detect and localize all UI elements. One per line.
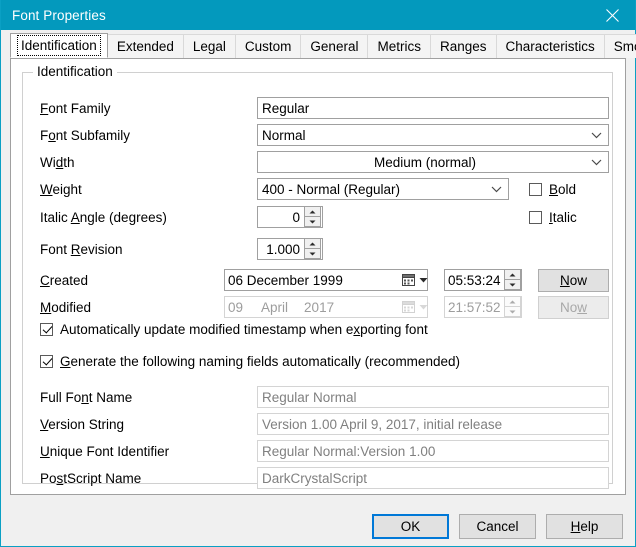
bold-label: Bold [549, 182, 577, 197]
help-label: Help [570, 519, 599, 534]
tab-legal[interactable]: Legal [182, 34, 236, 58]
font-revision-stepper[interactable] [304, 238, 321, 259]
label-font-revision: Font Revision [40, 242, 123, 257]
tab-label: General [310, 39, 359, 54]
label-width: Width [40, 155, 75, 170]
groupbox-legend: Identification [33, 64, 117, 79]
auto-update-modified-checkbox[interactable]: Automatically update modified timestamp … [40, 322, 428, 337]
tab-label: Custom [244, 39, 292, 54]
label-postscript-name: PostScript Name [40, 471, 142, 486]
auto-update-modified-label: Automatically update modified timestamp … [60, 322, 428, 337]
stepper-down-icon[interactable] [304, 248, 321, 259]
created-now-button[interactable]: Now [538, 269, 609, 292]
unique-font-identifier-input: Regular Normal:Version 1.00 [257, 440, 609, 462]
window-title: Font Properties [12, 7, 106, 23]
created-date-input[interactable]: 06 December 1999 [224, 269, 428, 291]
title-bar: Font Properties [1, 0, 635, 30]
modified-date-year: 2017 [304, 299, 335, 315]
modified-date-day: 09 [228, 299, 244, 315]
tab-identification[interactable]: Identification [10, 33, 108, 58]
version-string-input: Version 1.00 April 9, 2017, initial rele… [257, 413, 609, 435]
cancel-button[interactable]: Cancel [459, 514, 536, 539]
label-version-string: Version String [40, 417, 125, 432]
full-font-name-input: Regular Normal [257, 386, 609, 408]
width-value: Medium (normal) [373, 154, 477, 170]
generate-naming-label: Generate the following naming fields aut… [60, 354, 460, 369]
ok-label: OK [400, 519, 421, 534]
tab-label: Extended [116, 39, 174, 54]
modified-date-month: April [261, 299, 289, 315]
chevron-down-icon [588, 152, 604, 172]
tab-label: Identification [17, 35, 101, 56]
tab-label: Legal [192, 39, 226, 54]
tab-ranges[interactable]: Ranges [429, 34, 497, 58]
ok-button[interactable]: OK [372, 514, 449, 539]
calendar-dropdown-icon[interactable] [402, 273, 428, 286]
stepper-down-icon[interactable] [504, 279, 521, 290]
tab-characteristics[interactable]: Characteristics [495, 34, 605, 58]
italic-checkbox[interactable]: Italic [529, 210, 577, 225]
checkbox-box [40, 323, 53, 336]
checkbox-box [529, 211, 542, 224]
width-combo[interactable]: Medium (normal) [257, 151, 609, 173]
font-subfamily-combo[interactable]: Normal [257, 124, 609, 146]
tab-page-identification: Identification Font Family Regular Font … [10, 58, 626, 495]
label-full-font-name: Full Font Name [40, 390, 133, 405]
weight-value: 400 - Normal (Regular) [262, 181, 401, 197]
tab-extended[interactable]: Extended [106, 34, 184, 58]
modified-date-input: 09 April 2017 [224, 296, 428, 318]
help-button[interactable]: Help [546, 514, 623, 539]
font-family-input[interactable]: Regular [257, 97, 609, 119]
stepper-down-icon[interactable] [304, 216, 321, 227]
label-weight: Weight [40, 182, 82, 197]
italic-angle-stepper[interactable] [304, 206, 321, 227]
tab-metrics[interactable]: Metrics [367, 34, 431, 58]
tab-label: Smoothing [613, 39, 636, 54]
tab-label: Metrics [377, 39, 421, 54]
tab-custom[interactable]: Custom [234, 34, 302, 58]
tab-label: Characteristics [505, 39, 595, 54]
postscript-name-input: DarkCrystalScript [257, 467, 609, 489]
chevron-down-icon [488, 179, 504, 199]
modified-time-stepper [504, 296, 521, 317]
checkbox-box [40, 355, 53, 368]
checkbox-box [529, 183, 542, 196]
tab-strip: Identification Extended Legal Custom Gen… [10, 33, 636, 58]
label-created: Created [40, 273, 89, 288]
generate-naming-checkbox[interactable]: Generate the following naming fields aut… [40, 354, 460, 369]
label-italic-angle: Italic Angle (degrees) [40, 210, 167, 225]
stepper-down-icon [504, 306, 521, 317]
calendar-dropdown-icon [402, 300, 428, 313]
modified-now-button: Now [538, 296, 609, 319]
tab-smoothing[interactable]: Smoothing [603, 34, 636, 58]
label-unique-font-identifier: Unique Font Identifier [40, 444, 170, 459]
font-subfamily-value: Normal [262, 127, 306, 143]
label-modified: Modified [40, 300, 92, 315]
cancel-label: Cancel [476, 519, 519, 534]
label-font-family: Font Family [40, 101, 111, 116]
now-label: Now [559, 273, 587, 288]
tab-general[interactable]: General [300, 34, 369, 58]
chevron-down-icon [588, 125, 604, 145]
font-properties-dialog: Font Properties Identification Extended … [0, 0, 636, 547]
now-label: Now [559, 300, 587, 315]
identification-groupbox: Identification Font Family Regular Font … [22, 64, 613, 489]
label-font-subfamily: Font Subfamily [40, 128, 131, 143]
tab-label: Ranges [439, 39, 487, 54]
weight-combo[interactable]: 400 - Normal (Regular) [257, 178, 509, 200]
close-icon[interactable] [589, 0, 635, 30]
created-time-stepper[interactable] [504, 269, 521, 290]
italic-label: Italic [549, 210, 577, 225]
bold-checkbox[interactable]: Bold [529, 182, 576, 197]
